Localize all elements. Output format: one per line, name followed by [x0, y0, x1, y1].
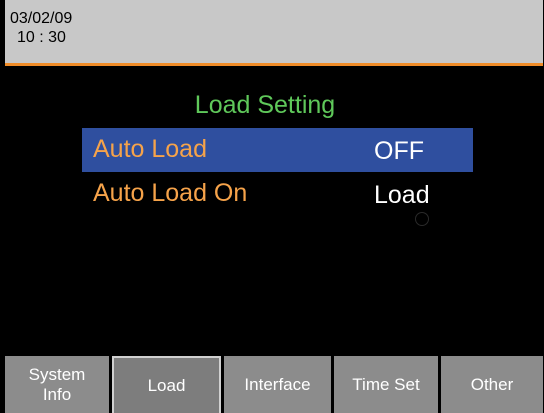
time-display: 10 : 30: [17, 29, 66, 46]
softkey-load[interactable]: Load: [112, 356, 221, 413]
settings-panel: Load Setting Auto Load OFF Auto Load On …: [5, 68, 543, 356]
date-display: 03/02/09: [10, 10, 73, 27]
setting-label-auto-load: Auto Load: [93, 135, 207, 163]
setting-value-auto-load-on: Load: [374, 181, 430, 209]
instrument-screen: 03/02/09 10 : 30 Load Setting Auto Load …: [0, 0, 544, 413]
softkey-interface[interactable]: Interface: [224, 356, 331, 413]
softkey-bar: System Info Load Interface Time Set Othe…: [0, 356, 544, 413]
setting-row-auto-load-on[interactable]: Auto Load On Load: [82, 172, 473, 216]
setting-row-auto-load[interactable]: Auto Load OFF: [82, 128, 473, 172]
softkey-load-label: Load: [147, 375, 186, 395]
status-bar: 03/02/09 10 : 30: [5, 0, 543, 66]
softkey-system-info-line2: Info: [42, 384, 72, 404]
page-title: Load Setting: [194, 91, 336, 119]
softkey-other[interactable]: Other: [441, 356, 543, 413]
softkey-time-set[interactable]: Time Set: [334, 356, 438, 413]
softkey-system-info-line1: System: [28, 364, 86, 384]
cursor-ring-icon: [415, 212, 429, 226]
setting-value-auto-load: OFF: [374, 137, 424, 165]
setting-label-auto-load-on: Auto Load On: [93, 179, 248, 207]
softkey-interface-label: Interface: [244, 374, 311, 394]
softkey-system-info[interactable]: System Info: [5, 356, 109, 413]
softkey-other-label: Other: [470, 374, 514, 394]
softkey-time-set-label: Time Set: [352, 374, 420, 394]
